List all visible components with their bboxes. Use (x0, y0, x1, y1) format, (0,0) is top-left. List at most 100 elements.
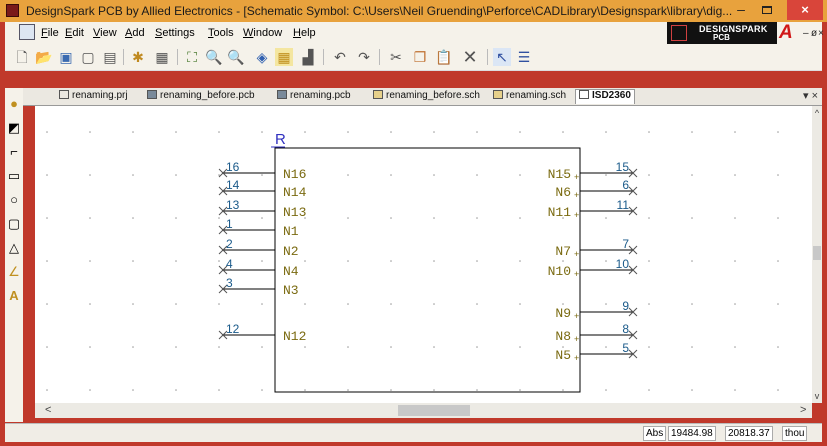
square-tool-icon[interactable]: ▢ (6, 216, 22, 232)
chart-icon[interactable]: ▟ (299, 48, 317, 66)
scroll-down-arrow[interactable]: v (812, 391, 822, 401)
grid-dot (777, 260, 779, 262)
zoom-out-icon[interactable]: 🔍 (227, 48, 245, 66)
reference-label: R (275, 131, 286, 148)
tab-controls[interactable]: ▾ × (803, 89, 818, 102)
tab-renaming-pcb[interactable]: renaming.pcb (277, 90, 351, 104)
mdi-close-button[interactable]: × (818, 28, 824, 39)
pin-number: 8 (622, 322, 629, 336)
pin-name: N7 (555, 244, 571, 259)
pin-name: N10 (548, 264, 571, 279)
delete-icon[interactable]: ✕ (461, 48, 479, 66)
redo-icon[interactable]: ↷ (355, 48, 373, 66)
pin-name: N9 (555, 306, 571, 321)
arc-tool-icon[interactable]: ∠ (6, 264, 22, 280)
horizontal-scroll-thumb[interactable] (398, 405, 470, 416)
print-icon[interactable]: ▤ (101, 48, 119, 66)
mdi-minimize-button[interactable]: – (803, 28, 809, 39)
pin-number: 5 (622, 341, 629, 355)
save-icon[interactable]: ▣ (57, 48, 75, 66)
close-file-icon[interactable]: ▢ (79, 48, 97, 66)
grid-dot (476, 389, 478, 391)
horizontal-scrollbar[interactable]: < > (35, 403, 812, 418)
triangle-tool-icon[interactable]: △ (6, 240, 22, 256)
paste-icon[interactable]: 📋 (435, 48, 453, 66)
properties-icon[interactable]: ☰ (515, 48, 533, 66)
tab-renaming-prj[interactable]: renaming.prj (59, 90, 128, 104)
component-body[interactable] (274, 147, 581, 393)
tab-renaming-before-pcb[interactable]: renaming_before.pcb (147, 90, 255, 104)
app-window: DesignSpark PCB by Allied Electronics - … (0, 0, 827, 446)
pin-name: N14 (283, 185, 307, 200)
grid-dot (46, 303, 48, 305)
select-icon[interactable]: ↖ (493, 48, 511, 66)
close-button[interactable]: × (787, 0, 823, 20)
scroll-up-arrow[interactable]: ^ (812, 108, 822, 118)
pin-origin-mark: + (574, 210, 579, 220)
window-title: DesignSpark PCB by Allied Electronics - … (26, 4, 733, 18)
grid-dot (433, 389, 435, 391)
schematic-canvas[interactable]: R 16 N16 14 N14 13 N13 1 N1 2 N2 4 N4 3 N3 12 N12 15 N15 +… (35, 106, 812, 403)
circle-tool-icon[interactable]: ○ (6, 192, 22, 208)
menu-view[interactable]: View (93, 27, 117, 39)
zoom-in-icon[interactable]: 🔍 (205, 48, 223, 66)
vertical-scrollbar[interactable]: ^ v (812, 106, 822, 403)
grid-dot (519, 174, 521, 176)
grid-dot (304, 131, 306, 133)
grid-dot (347, 389, 349, 391)
tab-renaming-before-sch[interactable]: renaming_before.sch (373, 90, 480, 104)
pointer-tool-icon[interactable]: ● (6, 96, 22, 112)
menu-settings[interactable]: Settings (155, 27, 195, 39)
new-file-icon[interactable]: 🗋 (13, 48, 31, 66)
menu-file[interactable]: File (41, 27, 59, 39)
menu-bar: File Edit View Add Settings Tools Window… (5, 22, 824, 44)
menu-add[interactable]: Add (125, 27, 145, 39)
grid-dot (691, 131, 693, 133)
tab-renaming-sch[interactable]: renaming.sch (493, 90, 566, 104)
copy-icon[interactable]: ❐ (411, 48, 429, 66)
grid-dot (46, 131, 48, 133)
rectangle-tool-icon[interactable]: ▭ (6, 168, 22, 184)
grid-icon[interactable]: ▦ (153, 48, 171, 66)
maximize-button[interactable] (756, 3, 778, 19)
menu-tools[interactable]: Tools (208, 27, 234, 39)
grid-toggle-icon[interactable]: ▦ (275, 48, 293, 66)
grid-dot (476, 131, 478, 133)
edit-tool-icon[interactable]: ◩ (6, 120, 22, 136)
grid-dot (476, 303, 478, 305)
open-folder-icon[interactable]: 📂 (35, 48, 53, 66)
pin-number: 11 (617, 198, 630, 212)
text-tool-icon[interactable]: A (6, 288, 22, 304)
vertical-scroll-thumb[interactable] (813, 246, 821, 260)
grid-dot (648, 260, 650, 262)
tab-isd2360[interactable]: ISD2360 (575, 89, 635, 104)
grid-dot (132, 260, 134, 262)
grid-dot (777, 217, 779, 219)
scroll-right-arrow[interactable]: > (800, 404, 806, 416)
undo-icon[interactable]: ↶ (331, 48, 349, 66)
line-tool-icon[interactable]: ⌐ (6, 144, 22, 160)
grid-dot (46, 260, 48, 262)
grid-dot (777, 174, 779, 176)
zoom-fit-icon[interactable]: ⛶ (183, 48, 201, 66)
grid-dot (304, 389, 306, 391)
wizard-icon[interactable]: ✱ (129, 48, 147, 66)
symbol-icon (579, 90, 589, 99)
grid-dot (691, 174, 693, 176)
menu-edit[interactable]: Edit (65, 27, 84, 39)
grid-dot (261, 346, 263, 348)
menu-window[interactable]: Window (243, 27, 282, 39)
document-icon[interactable] (19, 24, 35, 40)
scroll-left-arrow[interactable]: < (45, 404, 51, 416)
grid-dot (734, 174, 736, 176)
app-icon[interactable] (6, 4, 19, 17)
grid-dot (605, 131, 607, 133)
grid-dot (433, 174, 435, 176)
grid-dot (46, 174, 48, 176)
minimize-button[interactable]: – (730, 2, 752, 19)
grid-dot (175, 389, 177, 391)
menu-help[interactable]: Help (293, 27, 316, 39)
fill-icon[interactable]: ◈ (253, 48, 271, 66)
mdi-restore-button[interactable]: ø (811, 28, 817, 39)
cut-icon[interactable]: ✂ (387, 48, 405, 66)
